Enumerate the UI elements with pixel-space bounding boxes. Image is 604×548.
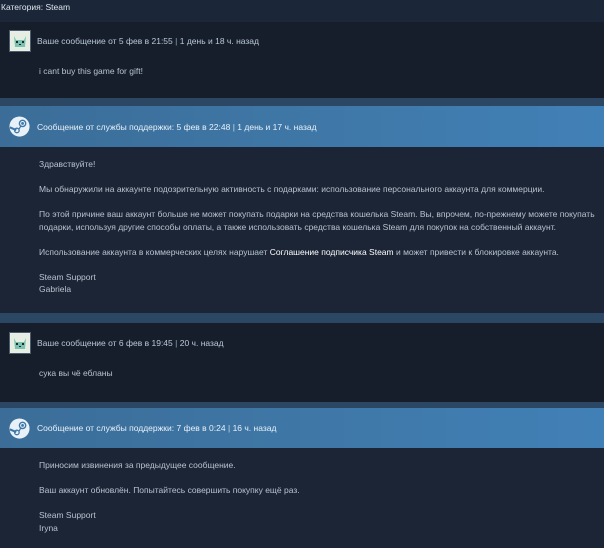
support-message-header: Сообщение от службы поддержки: 5 фев в 2… [0,106,604,147]
greeting-text: Здравствуйте! [39,159,96,169]
subscriber-agreement-link[interactable]: Соглашение подписчика Steam [270,247,394,257]
steam-logo-icon [9,417,30,439]
signature-agent: Iryna [39,522,58,533]
paragraph-text: Использование аккаунта в коммерческих це… [39,246,559,257]
message-ago: 1 день и 17 ч. назад [237,121,317,132]
message-ago: 1 день и 18 ч. назад [179,36,259,46]
separator: | [175,338,178,348]
avatar [9,30,31,52]
avatar [9,332,31,354]
paragraph-text: Ваш аккаунт обновлён. Попытайтесь соверш… [39,485,300,495]
support-message-body: Здравствуйте! Мы обнаружили на аккаунте … [0,147,604,313]
separator: | [175,36,178,46]
paragraph-text: Мы обнаружили на аккаунте подозрительную… [39,184,545,194]
message-date: Сообщение от службы поддержки: 7 фев в 0… [37,423,226,433]
message-date: Сообщение от службы поддержки: 5 фев в 2… [37,121,231,132]
signature-team: Steam Support [39,271,96,282]
message-text: i cant buy this game for gift! [39,66,143,76]
cat-avatar-icon [11,32,29,50]
user-message-body: сука вы чё ебланы [0,363,604,402]
message-ago: 20 ч. назад [179,338,224,348]
paragraph-text: Приносим извинения за предыдущее сообщен… [39,460,236,470]
divider [0,98,604,106]
message-date: Ваше сообщение от 6 фев в 19:45 [37,338,173,348]
steam-logo-icon [9,116,30,137]
message-date: Ваше сообщение от 5 фев в 21:55 [37,36,173,46]
user-message-body: i cant buy this game for gift! [0,60,604,98]
signature-team: Steam Support [39,510,96,520]
paragraph-text: По этой причине ваш аккаунт больше не мо… [39,209,595,232]
signature-agent: Gabriela [39,284,72,294]
separator: | [232,121,235,132]
divider [0,313,604,323]
support-message-header: Сообщение от службы поддержки: 7 фев в 0… [0,408,604,448]
user-message-header: Ваше сообщение от 6 фев в 19:45 | 20 ч. … [0,323,604,363]
message-text: сука вы чё ебланы [39,368,113,378]
separator: | [227,423,231,433]
user-message-header: Ваше сообщение от 5 фев в 21:55 | 1 день… [0,22,604,60]
category-label: Категория: Steam [0,0,604,22]
cat-avatar-icon [11,334,29,352]
message-ago: 16 ч. назад [232,423,277,433]
support-message-body: Приносим извинения за предыдущее сообщен… [0,448,604,548]
